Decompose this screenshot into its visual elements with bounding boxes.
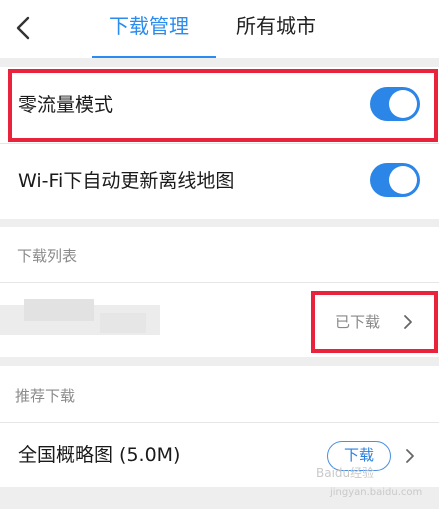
header-bar: 下载管理 所有城市	[0, 0, 439, 58]
highlight-box-zero-traffic	[8, 69, 438, 142]
wifi-auto-update-row: Wi-Fi下自动更新离线地图	[0, 143, 439, 219]
blurred-city-name	[100, 313, 146, 333]
national-overview-map-label: 全国概略图 (5.0M)	[18, 444, 181, 466]
download-list-title: 下载列表	[17, 247, 78, 265]
active-tab-indicator	[92, 56, 216, 58]
wifi-auto-update-label: Wi-Fi下自动更新离线地图	[18, 170, 235, 192]
back-button[interactable]	[6, 10, 42, 46]
wifi-auto-update-toggle[interactable]	[370, 163, 420, 197]
watermark-text: Baidu经验	[316, 466, 375, 480]
tab-download-management[interactable]: 下载管理	[109, 12, 189, 40]
toggle-knob	[389, 166, 417, 194]
chevron-left-icon	[16, 16, 30, 40]
recommended-header: 推荐下载	[0, 366, 439, 422]
chevron-right-icon	[404, 447, 416, 465]
watermark-url: jingyan.baidu.com	[330, 487, 423, 498]
highlight-box-downloaded	[311, 291, 438, 353]
blurred-city-name	[24, 299, 94, 321]
recommended-title: 推荐下载	[15, 387, 76, 405]
tab-all-cities[interactable]: 所有城市	[236, 12, 316, 40]
download-list-header: 下载列表	[0, 227, 439, 283]
